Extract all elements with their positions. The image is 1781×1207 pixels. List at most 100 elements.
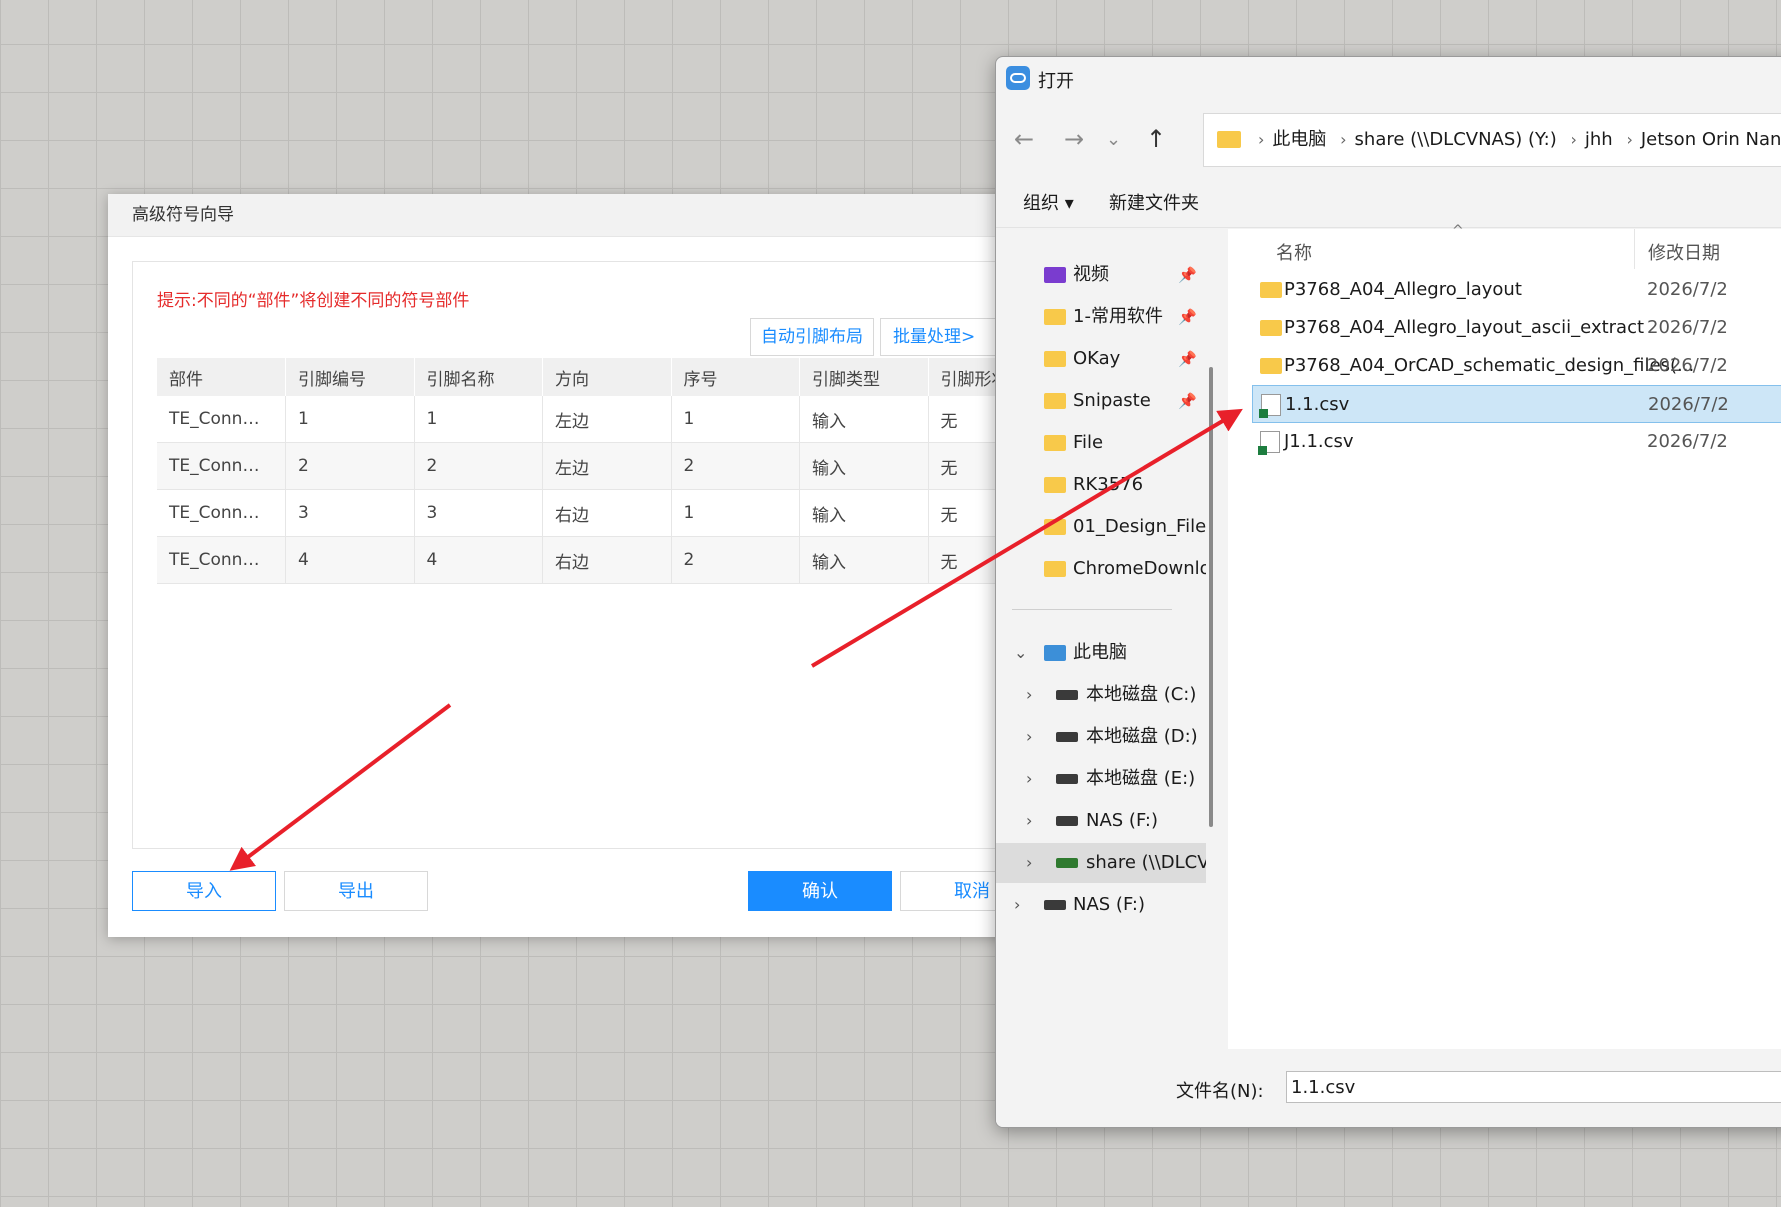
nav-item-drive-c[interactable]: › 本地磁盘 (C:) <box>996 675 1206 715</box>
file-name: P3768_A04_OrCAD_schematic_design_files(.… <box>1284 355 1695 376</box>
file-row-selected[interactable]: 1.1.csv 2026/7/2 <box>1252 385 1781 423</box>
column-divider[interactable] <box>1634 229 1635 269</box>
nav-item-drive-e[interactable]: › 本地磁盘 (E:) <box>996 759 1206 799</box>
col-pin-name[interactable]: 引脚名称 <box>414 358 543 396</box>
file-date: 2026/7/2 <box>1647 317 1728 338</box>
nav-item-videos[interactable]: 视频 📌 <box>996 255 1206 295</box>
table-row[interactable]: TE_Conn… 3 3 右边 1 输入 无 <box>157 489 1057 537</box>
filename-label: 文件名(N): <box>1176 1081 1264 1102</box>
col-pin-number[interactable]: 引脚编号 <box>285 358 415 396</box>
pin-icon[interactable]: 📌 <box>1178 297 1197 337</box>
chevron-right-icon[interactable]: › <box>1026 759 1032 799</box>
cell[interactable]: 1 <box>671 396 800 443</box>
cell[interactable]: 2 <box>414 442 543 490</box>
cell[interactable]: 输入 <box>799 396 929 443</box>
breadcrumb-item[interactable]: share (\\DLCVNAS) (Y:) <box>1355 129 1557 150</box>
cell[interactable]: TE_Conn… <box>157 396 286 443</box>
nav-item-drive-d[interactable]: › 本地磁盘 (D:) <box>996 717 1206 757</box>
cell[interactable]: 2 <box>285 442 415 490</box>
cell[interactable]: 2 <box>671 442 800 490</box>
confirm-button[interactable]: 确认 <box>748 871 892 911</box>
nav-item-label: OKay <box>1073 348 1121 369</box>
cell[interactable]: 输入 <box>799 489 929 537</box>
sort-up-icon: ^ <box>1452 223 1464 239</box>
chevron-right-icon[interactable]: › <box>1026 843 1032 883</box>
chevron-right-icon[interactable]: › <box>1026 717 1032 757</box>
file-name: P3768_A04_Allegro_layout <box>1284 279 1522 300</box>
file-date: 2026/7/2 <box>1647 279 1728 300</box>
col-modified[interactable]: 修改日期 <box>1648 239 1720 265</box>
cell[interactable]: 输入 <box>799 536 929 584</box>
file-row[interactable]: P3768_A04_Allegro_layout 2026/7/2 <box>1252 271 1781 309</box>
table-row[interactable]: TE_Conn… 2 2 左边 2 输入 无 <box>157 442 1057 490</box>
chevron-right-icon[interactable]: › <box>1014 885 1020 925</box>
cell[interactable]: 3 <box>285 489 415 537</box>
auto-pin-layout-button[interactable]: 自动引脚布局 <box>750 318 874 356</box>
file-row[interactable]: J1.1.csv 2026/7/2 <box>1252 423 1781 461</box>
breadcrumb-item[interactable]: jhh <box>1585 129 1613 150</box>
nav-item-label: NAS (F:) <box>1086 810 1158 831</box>
nav-item-network-nas[interactable]: › NAS (F:) <box>996 885 1206 925</box>
network-drive-icon <box>1056 816 1078 826</box>
breadcrumb-item[interactable]: Jetson Orin Nano <box>1641 129 1781 150</box>
import-button[interactable]: 导入 <box>132 871 276 911</box>
cell[interactable]: 1 <box>414 396 543 443</box>
cell[interactable]: 4 <box>285 536 415 584</box>
chevron-right-icon[interactable]: › <box>1026 675 1032 715</box>
chevron-down-icon[interactable]: ⌄ <box>1014 633 1027 673</box>
cell[interactable]: TE_Conn… <box>157 489 286 537</box>
export-button[interactable]: 导出 <box>284 871 428 911</box>
col-direction[interactable]: 方向 <box>542 358 672 396</box>
new-folder-button[interactable]: 新建文件夹 <box>1109 189 1199 215</box>
back-arrow-icon[interactable]: ← <box>1014 125 1034 153</box>
nav-scrollbar[interactable] <box>1209 367 1213 827</box>
nav-item-this-pc[interactable]: ⌄ 此电脑 <box>996 633 1206 673</box>
table-row[interactable]: TE_Conn… 4 4 右边 2 输入 无 <box>157 536 1057 584</box>
nav-item-label: 01_Design_File <box>1073 516 1206 537</box>
col-index[interactable]: 序号 <box>671 358 800 396</box>
file-row[interactable]: P3768_A04_OrCAD_schematic_design_files(.… <box>1252 347 1781 385</box>
folder-icon <box>1044 351 1066 367</box>
cell[interactable]: 1 <box>285 396 415 443</box>
nav-item-label: 1-常用软件 <box>1073 306 1163 327</box>
chevron-right-icon[interactable]: › <box>1026 801 1032 841</box>
col-name[interactable]: 名称 <box>1276 239 1312 265</box>
cell[interactable]: 3 <box>414 489 543 537</box>
file-row[interactable]: P3768_A04_Allegro_layout_ascii_extract 2… <box>1252 309 1781 347</box>
cell[interactable]: 左边 <box>542 396 672 443</box>
table-row[interactable]: TE_Conn… 1 1 左边 1 输入 无 <box>157 396 1057 443</box>
filename-input[interactable]: 1.1.csv <box>1286 1071 1781 1103</box>
cell[interactable]: 1 <box>671 489 800 537</box>
cell[interactable]: 左边 <box>542 442 672 490</box>
recent-locations-chevron-icon[interactable]: ⌄ <box>1106 129 1121 150</box>
nav-item-okay[interactable]: OKay 📌 <box>996 339 1206 379</box>
pin-icon[interactable]: 📌 <box>1178 381 1197 421</box>
nav-item-label: Snipaste <box>1073 390 1151 411</box>
col-part[interactable]: 部件 <box>157 358 286 396</box>
nav-item-share-y[interactable]: › share (\\DLCV <box>996 843 1206 883</box>
cell[interactable]: 4 <box>414 536 543 584</box>
cell[interactable]: TE_Conn… <box>157 536 286 584</box>
pin-icon[interactable]: 📌 <box>1178 339 1197 379</box>
cell[interactable]: TE_Conn… <box>157 442 286 490</box>
nav-item-file[interactable]: File <box>996 423 1206 463</box>
cell[interactable]: 右边 <box>542 536 672 584</box>
nav-item-drive-f[interactable]: › NAS (F:) <box>996 801 1206 841</box>
cell[interactable]: 2 <box>671 536 800 584</box>
nav-item-software[interactable]: 1-常用软件 📌 <box>996 297 1206 337</box>
col-pin-type[interactable]: 引脚类型 <box>799 358 929 396</box>
forward-arrow-icon[interactable]: → <box>1064 125 1084 153</box>
nav-item-snipaste[interactable]: Snipaste 📌 <box>996 381 1206 421</box>
video-icon <box>1044 267 1066 283</box>
address-bar[interactable]: › 此电脑 › share (\\DLCVNAS) (Y:) › jhh › Jetso… <box>1203 113 1781 167</box>
nav-item-label: share (\\DLCV <box>1086 852 1206 873</box>
nav-item-chrome-downloads[interactable]: ChromeDownlo <box>996 549 1206 589</box>
pin-icon[interactable]: 📌 <box>1178 255 1197 295</box>
up-arrow-icon[interactable]: ↑ <box>1146 125 1166 153</box>
organize-menu[interactable]: 组织 ▾ <box>1023 189 1074 215</box>
nav-item-design-file[interactable]: 01_Design_File <box>996 507 1206 547</box>
nav-item-rk3576[interactable]: RK3576 <box>996 465 1206 505</box>
cell[interactable]: 右边 <box>542 489 672 537</box>
cell[interactable]: 输入 <box>799 442 929 490</box>
breadcrumb-item[interactable]: 此电脑 <box>1272 129 1326 150</box>
